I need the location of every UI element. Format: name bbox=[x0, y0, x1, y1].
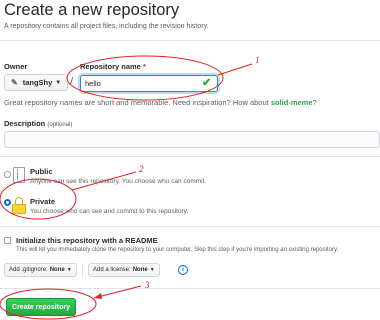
readme-checkbox[interactable] bbox=[4, 237, 11, 244]
readme-desc: This will let you immediately clone the … bbox=[16, 247, 339, 253]
section-divider bbox=[0, 156, 380, 157]
repo-icon bbox=[13, 167, 25, 183]
license-prefix: Add a license: bbox=[93, 267, 131, 273]
description-label: Description (optional) bbox=[4, 119, 72, 128]
repo-name-label-text: Repository name bbox=[80, 62, 141, 71]
section-divider bbox=[0, 226, 380, 227]
repo-name-input[interactable] bbox=[80, 75, 218, 92]
license-value: None bbox=[132, 267, 148, 273]
license-select[interactable]: Add a license: None ▼ bbox=[88, 263, 160, 277]
lock-icon bbox=[12, 197, 26, 215]
description-label-text: Description bbox=[4, 119, 46, 128]
annotation-arrow-1 bbox=[217, 63, 253, 76]
public-title: Public bbox=[30, 167, 53, 176]
description-optional: (optional) bbox=[47, 122, 73, 128]
required-mark: * bbox=[142, 62, 146, 71]
select-separator bbox=[82, 263, 83, 278]
annotation-arrowhead-3 bbox=[94, 293, 102, 299]
owner-value: tangShy bbox=[22, 78, 53, 87]
annotation-number-1: 1 bbox=[255, 55, 260, 65]
public-desc: Anyone can see this repository. You choo… bbox=[30, 178, 207, 185]
check-icon: ✔ bbox=[202, 77, 212, 89]
public-radio[interactable] bbox=[4, 171, 11, 178]
owner-label: Owner bbox=[4, 62, 28, 71]
private-title: Private bbox=[30, 197, 56, 206]
gitignore-prefix: Add .gitignore: bbox=[9, 267, 48, 273]
section-divider bbox=[0, 288, 380, 289]
private-radio[interactable] bbox=[4, 199, 11, 206]
chevron-down-icon: ▼ bbox=[66, 267, 72, 273]
owner-repo-separator: / bbox=[70, 76, 74, 88]
repo-name-label: Repository name * bbox=[80, 62, 146, 71]
description-input[interactable] bbox=[4, 131, 380, 148]
chevron-down-icon: ▼ bbox=[55, 79, 62, 86]
annotation-number-2: 2 bbox=[139, 164, 144, 174]
readme-label: Initialize this repository with a README bbox=[16, 236, 158, 245]
chevron-down-icon: ▼ bbox=[149, 267, 155, 273]
page-title: Create a new repository bbox=[4, 1, 180, 19]
gitignore-select[interactable]: Add .gitignore: None ▼ bbox=[4, 263, 77, 277]
name-hint-end: ? bbox=[312, 98, 317, 107]
page-subtitle: A repository contains all project files,… bbox=[4, 23, 209, 30]
avatar: ✎ bbox=[11, 78, 18, 87]
annotation-number-3: 3 bbox=[145, 280, 150, 290]
create-repository-button[interactable]: Create repository bbox=[6, 298, 76, 316]
private-desc: You choose who can see and commit to thi… bbox=[30, 208, 189, 215]
header-divider bbox=[0, 40, 380, 41]
name-suggestion-link[interactable]: solid-meme bbox=[271, 98, 313, 107]
gitignore-value: None bbox=[49, 267, 65, 273]
info-icon[interactable]: i bbox=[178, 265, 188, 275]
name-hint: Great repository names are short and mem… bbox=[4, 98, 317, 107]
owner-select[interactable]: ✎ tangShy ▼ bbox=[4, 74, 68, 91]
name-hint-text: Great repository names are short and mem… bbox=[4, 98, 269, 107]
